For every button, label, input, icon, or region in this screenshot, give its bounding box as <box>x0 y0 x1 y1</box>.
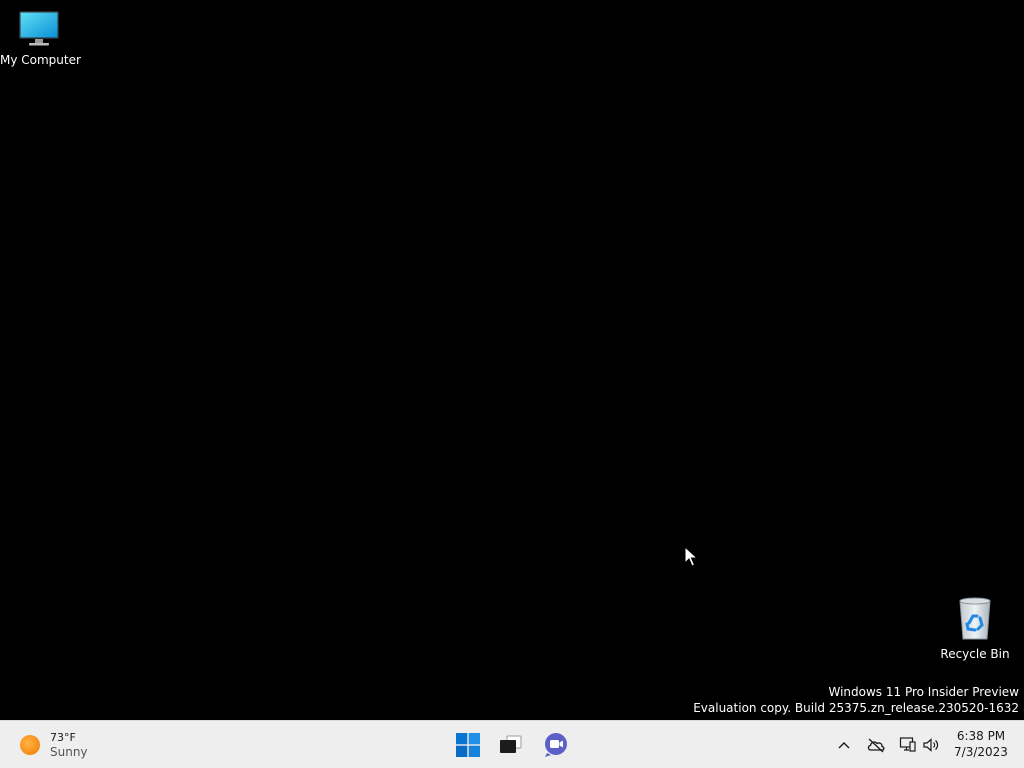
start-button[interactable] <box>448 725 488 765</box>
volume-icon <box>923 738 939 752</box>
volume-tray-button[interactable] <box>920 733 942 757</box>
sun-icon <box>20 735 40 755</box>
system-clock[interactable]: 6:38 PM 7/3/2023 <box>948 728 1014 760</box>
recycle-bin-icon <box>959 597 991 640</box>
desktop-icon-label: My Computer <box>0 53 81 67</box>
desktop-icon-label: Recycle Bin <box>940 647 1010 661</box>
evaluation-watermark: Windows 11 Pro Insider Preview Evaluatio… <box>693 684 1019 716</box>
desktop[interactable]: My Computer Recycle Bin Windows 11 Pro I… <box>0 0 1024 720</box>
windows-logo-icon <box>456 733 480 757</box>
show-hidden-icons-button[interactable] <box>833 733 855 757</box>
monitor-icon <box>19 11 59 46</box>
weather-condition: Sunny <box>50 745 88 759</box>
watermark-build: Evaluation copy. Build 25375.zn_release.… <box>693 701 1019 715</box>
video-call-icon <box>545 733 567 757</box>
task-view-icon <box>500 735 522 753</box>
desktop-icon-my-computer[interactable]: My Computer <box>0 8 81 67</box>
desktop-icon-recycle-bin[interactable]: Recycle Bin <box>936 596 1014 661</box>
taskbar: 73°F Sunny 6:38 PM 7/3/2023 <box>0 720 1024 768</box>
network-tray-button[interactable] <box>897 733 919 757</box>
clock-date: 7/3/2023 <box>954 745 1008 759</box>
weather-widget[interactable]: 73°F Sunny <box>12 725 102 765</box>
onedrive-offline-icon <box>867 738 885 753</box>
watermark-edition: Windows 11 Pro Insider Preview <box>828 685 1019 699</box>
task-view-button[interactable] <box>491 725 531 765</box>
network-icon <box>899 737 916 752</box>
clock-time: 6:38 PM <box>956 729 1006 743</box>
chevron-up-icon <box>838 742 850 749</box>
onedrive-tray-button[interactable] <box>865 733 887 757</box>
mouse-cursor-icon <box>684 546 698 567</box>
weather-temperature: 73°F <box>50 731 76 744</box>
meet-now-button[interactable] <box>536 725 576 765</box>
